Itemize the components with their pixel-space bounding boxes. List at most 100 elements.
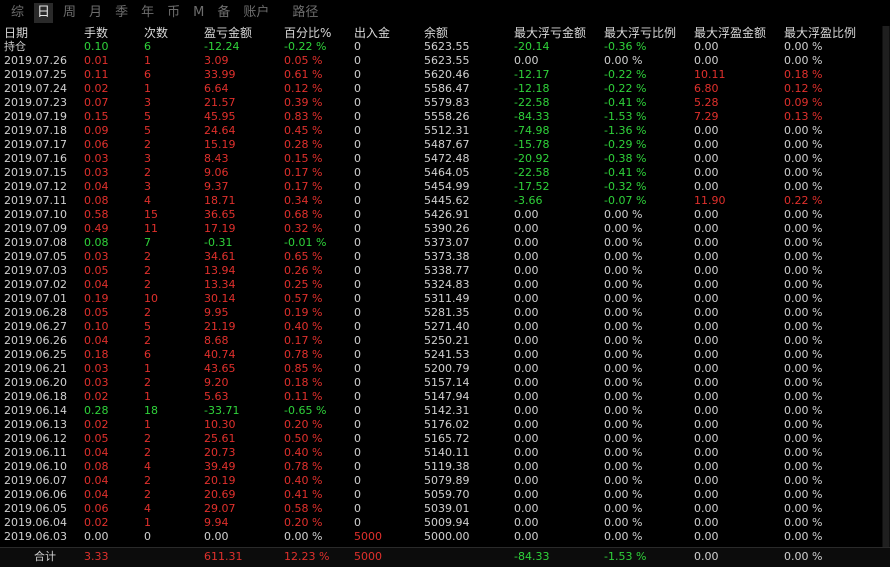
table-cell: -84.33: [514, 110, 550, 123]
column-header[interactable]: 余额: [424, 26, 448, 40]
column-header[interactable]: 最大浮亏比例: [604, 26, 676, 40]
table-row[interactable]: 2019.07.26 0.01 1 3.09 0.05 % 0 5623.55 0.00 0.0…: [0, 54, 882, 68]
table-row[interactable]: 2019.07.18 0.09 5 24.64 0.45 % 0 5512.31 -74.98…: [0, 124, 882, 138]
table-row[interactable]: 2019.06.10 0.08 4 39.49 0.78 % 0 5119.38 0.00 0.…: [0, 460, 882, 474]
table-cell: 0.00 %: [784, 516, 823, 529]
scrollbar-thumb[interactable]: [883, 26, 889, 547]
table-row[interactable]: 2019.06.25 0.18 6 40.74 0.78 % 0 5241.53 0.00 0.…: [0, 348, 882, 362]
tab-3[interactable]: 月: [86, 3, 105, 23]
table-row[interactable]: 2019.06.26 0.04 2 8.68 0.17 % 0 5250.21 0.00 0.0…: [0, 334, 882, 348]
table-cell: 0.00: [694, 348, 719, 361]
tab-10[interactable]: 路径: [289, 3, 321, 23]
table-row[interactable]: 2019.07.05 0.03 2 34.61 0.65 % 0 5373.38 0.00 0.…: [0, 250, 882, 264]
tab-7[interactable]: M: [190, 3, 207, 23]
table-cell: 0.40 %: [284, 474, 323, 487]
table-row[interactable]: 2019.06.20 0.03 2 9.20 0.18 % 0 5157.14 0.00 0.0…: [0, 376, 882, 390]
table-row[interactable]: 2019.07.01 0.19 10 30.14 0.57 % 0 5311.49 0.00 0…: [0, 292, 882, 306]
table-cell: 2019.07.05: [4, 250, 67, 263]
table-cell: -12.18: [514, 82, 550, 95]
tab-0[interactable]: 综: [8, 3, 27, 23]
tab-4[interactable]: 季: [112, 3, 131, 23]
column-header[interactable]: 出入金: [354, 26, 390, 40]
table-row[interactable]: 2019.07.08 0.08 7 -0.31 -0.01 % 0 5373.07 0.00 0…: [0, 236, 882, 250]
table-cell: 0.00 %: [784, 502, 823, 515]
table-row[interactable]: 2019.07.12 0.04 3 9.37 0.17 % 0 5454.99 -17.52 -…: [0, 180, 882, 194]
table-cell: 0.05: [84, 306, 109, 319]
table-row[interactable]: 2019.06.11 0.04 2 20.73 0.40 % 0 5140.11 0.00 0.…: [0, 446, 882, 460]
table-cell: 0.00: [694, 292, 719, 305]
table-cell: 0.00 %: [604, 348, 643, 361]
table-row[interactable]: 2019.06.06 0.04 2 20.69 0.41 % 0 5059.70 0.00 0.…: [0, 488, 882, 502]
table-cell: 0.00: [514, 376, 539, 389]
vertical-scrollbar[interactable]: [882, 26, 890, 547]
table-cell: 0: [354, 306, 361, 319]
table-row[interactable]: 2019.07.17 0.06 2 15.19 0.28 % 0 5487.67 -15.78…: [0, 138, 882, 152]
table-cell: -3.66: [514, 194, 543, 207]
table-cell: 0.00: [204, 530, 229, 543]
table-cell: 20.73: [204, 446, 236, 459]
table-body: 持仓 0.10 6 -12.24 -0.22 % 0 5623.55 -20.14 -0.36 …: [0, 40, 882, 544]
table-row[interactable]: 2019.07.02 0.04 2 13.34 0.25 % 0 5324.83 0.00 0.…: [0, 278, 882, 292]
table-cell: 5140.11: [424, 446, 470, 459]
table-row[interactable]: 2019.06.21 0.03 1 43.65 0.85 % 0 5200.79 0.00 0.…: [0, 362, 882, 376]
table-cell: 0.00: [514, 208, 539, 221]
column-header[interactable]: 日期: [4, 26, 28, 40]
column-header[interactable]: 次数: [144, 26, 168, 40]
table-cell: 0.25 %: [284, 278, 323, 291]
table-row[interactable]: 2019.06.07 0.04 2 20.19 0.40 % 0 5079.89 0.00 0.…: [0, 474, 882, 488]
tab-1[interactable]: 日: [34, 3, 54, 23]
column-header[interactable]: 最大浮亏金额: [514, 26, 586, 40]
table-cell: 2019.07.19: [4, 110, 67, 123]
table-cell: 2019.07.24: [4, 82, 67, 95]
table-cell: 0: [354, 348, 361, 361]
table-row[interactable]: 2019.06.14 0.28 18 -33.71 -0.65 % 0 5142.31 0.0…: [0, 404, 882, 418]
table-cell: 0.04: [84, 474, 109, 487]
tab-6[interactable]: 币: [164, 3, 183, 23]
table-row[interactable]: 2019.06.03 0.00 0 0.00 0.00 % 5000 5000.00 0.00…: [0, 530, 882, 544]
column-header[interactable]: 盈亏金额: [204, 26, 252, 40]
table-cell: 2019.07.03: [4, 264, 67, 277]
table-row[interactable]: 2019.06.12 0.05 2 25.61 0.50 % 0 5165.72 0.00 0.…: [0, 432, 882, 446]
table-row[interactable]: 2019.07.25 0.11 6 33.99 0.61 % 0 5620.46 -12.17…: [0, 68, 882, 82]
table-row[interactable]: 2019.06.27 0.10 5 21.19 0.40 % 0 5271.40 0.00 0.…: [0, 320, 882, 334]
table-row[interactable]: 2019.07.10 0.58 15 36.65 0.68 % 0 5426.91 0.00 0…: [0, 208, 882, 222]
table-cell: 0: [354, 404, 361, 417]
table-row[interactable]: 2019.07.03 0.05 2 13.94 0.26 % 0 5338.77 0.00 0.…: [0, 264, 882, 278]
table-cell: -0.31: [204, 236, 233, 249]
tab-8[interactable]: 备: [214, 3, 233, 23]
table-row[interactable]: 2019.07.19 0.15 5 45.95 0.83 % 0 5558.26 -84.33…: [0, 110, 882, 124]
table-cell: 0.00 %: [784, 54, 823, 67]
column-header[interactable]: 百分比%: [284, 26, 331, 40]
column-header[interactable]: 手数: [84, 26, 108, 40]
table-row[interactable]: 2019.07.11 0.08 4 18.71 0.34 % 0 5445.62 -3.66 -…: [0, 194, 882, 208]
period-tab-bar: 综日周月季年币 M 备账户 路径: [0, 0, 890, 26]
table-cell: 0: [354, 460, 361, 473]
table-cell: 0: [354, 292, 361, 305]
table-row[interactable]: 持仓 0.10 6 -12.24 -0.22 % 0 5623.55 -20.14 -0.36 …: [0, 40, 882, 54]
summary-cell: -1.53 %: [604, 550, 647, 563]
table-row[interactable]: 2019.06.04 0.02 1 9.94 0.20 % 0 5009.94 0.00 0.0…: [0, 516, 882, 530]
table-row[interactable]: 2019.07.15 0.03 2 9.06 0.17 % 0 5464.05 -22.58 -…: [0, 166, 882, 180]
table-row[interactable]: 2019.06.28 0.05 2 9.95 0.19 % 0 5281.35 0.00 0.0…: [0, 306, 882, 320]
table-row[interactable]: 2019.07.23 0.07 3 21.57 0.39 % 0 5579.83 -22.58…: [0, 96, 882, 110]
table-row[interactable]: 2019.06.05 0.06 4 29.07 0.58 % 0 5039.01 0.00 0.…: [0, 502, 882, 516]
table-cell: 0.00: [694, 54, 719, 67]
tab-9[interactable]: 账户: [240, 3, 272, 23]
table-cell: 0.32 %: [284, 222, 323, 235]
table-row[interactable]: 2019.07.09 0.49 11 17.19 0.32 % 0 5390.26 0.00 0…: [0, 222, 882, 236]
table-row[interactable]: 2019.06.18 0.02 1 5.63 0.11 % 0 5147.94 0.00 0.0…: [0, 390, 882, 404]
table-cell: 0: [354, 222, 361, 235]
table-cell: 0.00 %: [784, 362, 823, 375]
table-row[interactable]: 2019.06.13 0.02 1 10.30 0.20 % 0 5176.02 0.00 0.…: [0, 418, 882, 432]
table-cell: 0.00: [514, 432, 539, 445]
tab-5[interactable]: 年: [138, 3, 157, 23]
table-cell: 0.15 %: [284, 152, 323, 165]
tab-2[interactable]: 周: [60, 3, 79, 23]
column-header[interactable]: 最大浮盈金额: [694, 26, 766, 40]
table-cell: 0: [354, 236, 361, 249]
table-cell: 6.80: [694, 82, 719, 95]
table-cell: 0.00: [694, 488, 719, 501]
column-header[interactable]: 最大浮盈比例: [784, 26, 856, 40]
table-row[interactable]: 2019.07.24 0.02 1 6.64 0.12 % 0 5586.47 -12.18 -…: [0, 82, 882, 96]
table-row[interactable]: 2019.07.16 0.03 3 8.43 0.15 % 0 5472.48 -20.92 -…: [0, 152, 882, 166]
